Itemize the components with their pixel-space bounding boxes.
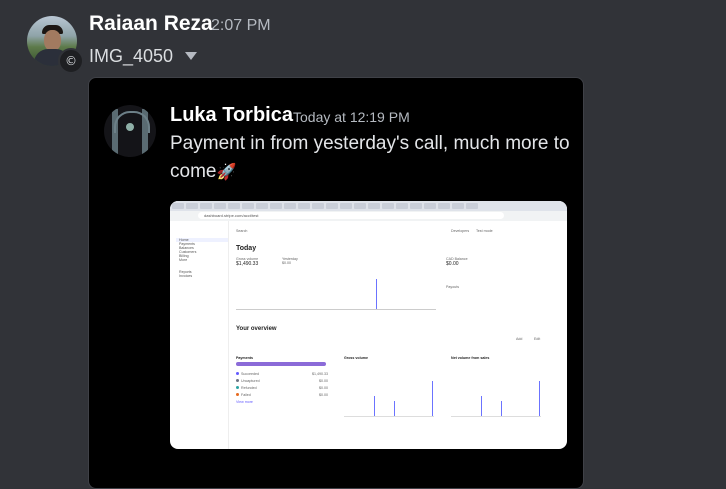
message-timestamp: 2:07 PM xyxy=(211,17,271,34)
gross-volume-spike xyxy=(394,401,395,416)
chevron-down-icon[interactable] xyxy=(185,52,197,60)
toolbar-developers: Developers xyxy=(451,229,470,233)
overview-heading: Your overview xyxy=(236,326,277,332)
payments-card: Payments Succeeded $1,490.33 Uncaptured $0… xyxy=(236,356,328,404)
url-field: dashboard.stripe.com/acct/test xyxy=(198,212,504,219)
net-volume-baseline xyxy=(451,416,541,417)
dashboard-sidebar: Home Payments Balances Customers Billing… xyxy=(170,221,229,449)
payments-progress xyxy=(236,362,326,366)
net-volume-spike xyxy=(481,396,482,416)
quoted-author-name[interactable]: Luka Torbica xyxy=(170,104,293,127)
embedded-dashboard-screenshot[interactable]: dashboard.stripe.com/acct/test Home Paym… xyxy=(170,201,567,449)
balance-block: CAD Balance $0.00 Payouts xyxy=(446,257,468,289)
avatar-light xyxy=(126,123,134,131)
gross-volume-card-title: Gross volume xyxy=(344,356,368,360)
today-chart: Gross volume $1,490.33 xyxy=(236,257,446,313)
gross-volume-value: $1,490.33 xyxy=(236,261,259,267)
author-name[interactable]: Raiaan Reza xyxy=(89,12,213,36)
server-tag-icon: © xyxy=(58,48,84,74)
view-more-link[interactable]: View more xyxy=(236,400,328,404)
payouts-label: Payouts xyxy=(446,285,459,289)
gross-volume-baseline xyxy=(344,416,434,417)
image-attachment[interactable]: Luka Torbica Today at 12:19 PM Payment i… xyxy=(88,77,584,489)
toolbar-test-mode: Test mode xyxy=(476,229,493,233)
payment-row: Refunded $0.00 xyxy=(236,386,328,390)
payment-row: Uncaptured $0.00 xyxy=(236,379,328,383)
payment-status-list: Succeeded $1,490.33 Uncaptured $0.00 Refun… xyxy=(236,372,328,397)
browser-address-bar: dashboard.stripe.com/acct/test xyxy=(170,211,567,221)
gross-volume-spike xyxy=(374,396,375,416)
net-volume-card: Net volume from sales xyxy=(451,356,546,421)
quoted-timestamp: Today at 12:19 PM xyxy=(293,109,410,125)
payment-row: Failed $0.00 xyxy=(236,393,328,397)
net-volume-spike xyxy=(501,401,502,416)
net-volume-spike xyxy=(539,381,540,416)
sidebar-item-invoices: Invoices xyxy=(179,274,193,278)
quoted-author-avatar[interactable] xyxy=(104,105,156,157)
net-volume-card-title: Net volume from sales xyxy=(451,356,490,360)
attachment-filename[interactable]: IMG_4050 xyxy=(89,46,173,67)
payment-row: Succeeded $1,490.33 xyxy=(236,372,328,376)
payments-card-title: Payments xyxy=(236,356,253,360)
quoted-message-text: Payment in from yesterday's call, much m… xyxy=(170,130,570,187)
chart-baseline xyxy=(236,309,436,310)
yesterday-block: Yesterday $0.00 xyxy=(282,257,298,265)
gross-volume-spike xyxy=(432,381,433,416)
dashboard-main: Search Developers Test mode Today Gross … xyxy=(236,221,567,449)
today-heading: Today xyxy=(236,245,257,252)
avatar-face xyxy=(44,30,61,51)
browser-tab-bar xyxy=(170,201,567,211)
volume-spike xyxy=(376,279,377,309)
balance-value: $0.00 xyxy=(446,261,459,267)
yesterday-value: $0.00 xyxy=(282,261,291,265)
dashboard-search: Search xyxy=(236,229,248,233)
gross-volume-card: Gross volume xyxy=(344,356,439,421)
add-button[interactable]: Add xyxy=(516,337,522,341)
edit-button[interactable]: Edit xyxy=(534,337,540,341)
rocket-emoji: 🚀 xyxy=(216,164,237,181)
sidebar-item-more: More xyxy=(179,258,188,262)
